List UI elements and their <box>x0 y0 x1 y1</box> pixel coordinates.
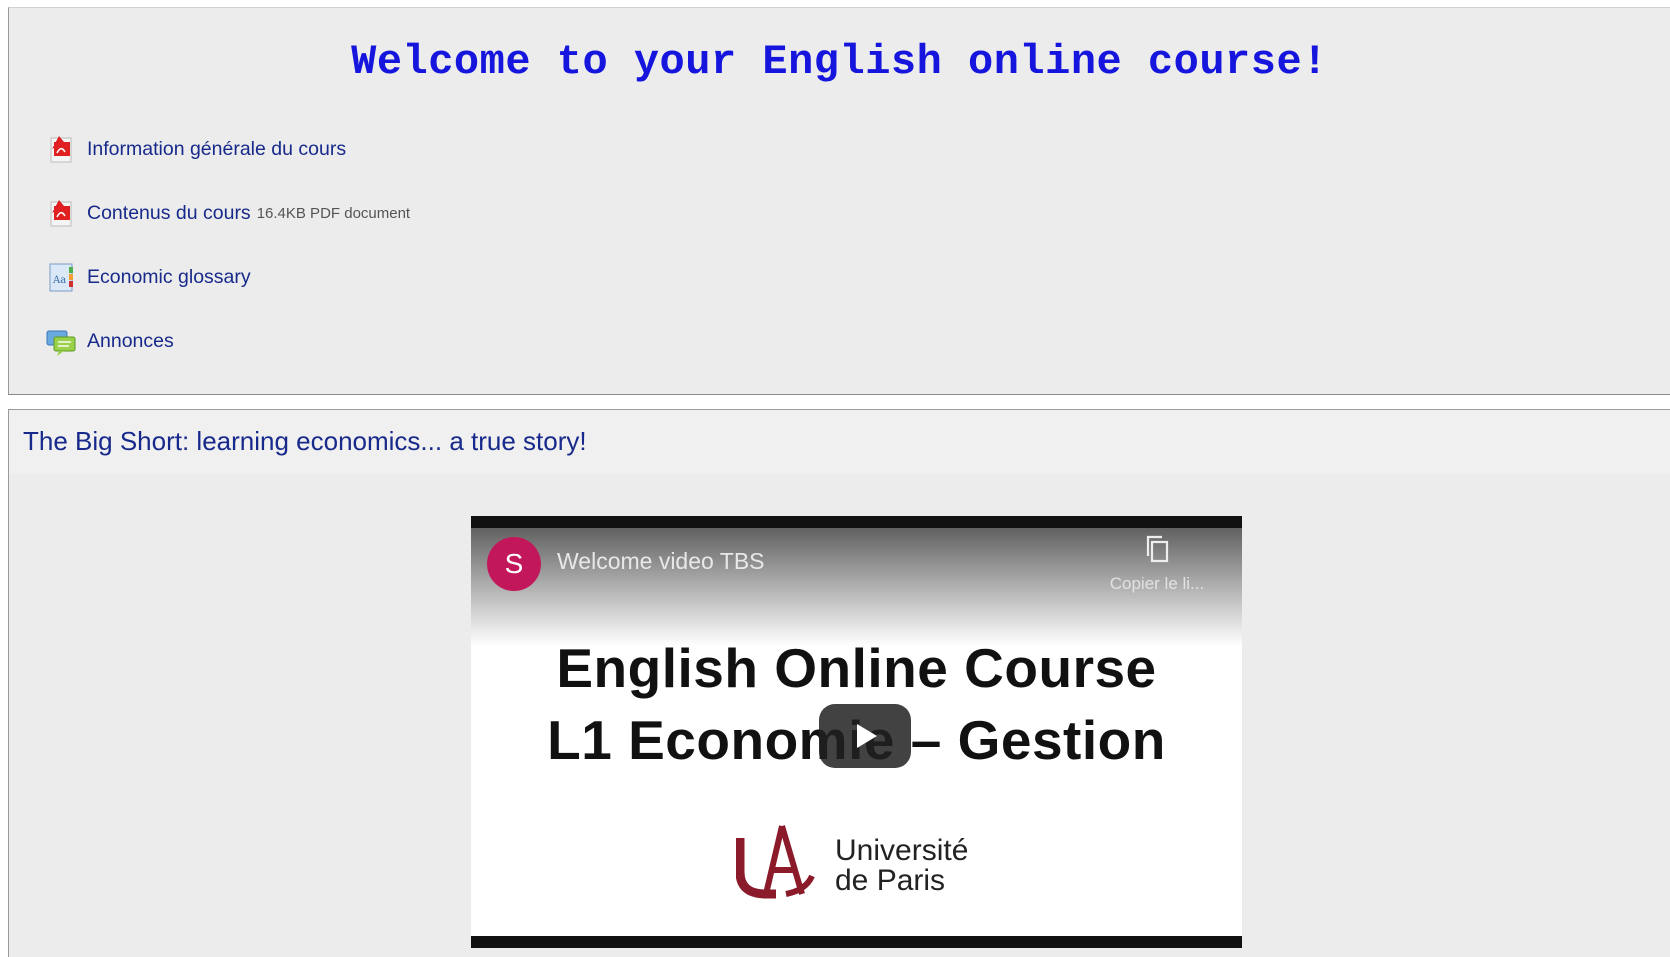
activity-contenus-du-cours[interactable]: Contenus du cours 16.4KB PDF document <box>45 193 410 233</box>
channel-avatar[interactable]: S <box>487 537 541 591</box>
copy-link-button[interactable]: Copier le li... <box>1102 532 1212 594</box>
copy-icon <box>1146 535 1169 563</box>
university-name-line-1: Université <box>835 834 969 867</box>
universite-de-paris-logo <box>736 825 815 899</box>
video-section: The Big Short: learning economics... a t… <box>8 409 1670 957</box>
activity-label: Annonces <box>87 329 174 352</box>
play-icon <box>857 724 877 748</box>
activity-information-generale[interactable]: Information générale du cours <box>45 129 346 169</box>
activity-label: Contenus du cours <box>87 201 251 224</box>
player-bottom-bar <box>471 936 1242 948</box>
activity-economic-glossary[interactable]: Aa Economic glossary <box>45 257 251 297</box>
welcome-heading: Welcome to your English online course! <box>351 38 1328 86</box>
svg-text:Aa: Aa <box>52 275 66 286</box>
activity-annonces[interactable]: Annonces <box>45 321 174 361</box>
copy-link-label: Copier le li... <box>1109 574 1205 593</box>
forum-icon <box>46 330 76 356</box>
glossary-icon: Aa <box>49 263 73 292</box>
course-intro-section: Welcome to your English online course! I… <box>8 7 1670 395</box>
university-name: Université de Paris <box>835 836 968 896</box>
play-button[interactable] <box>819 704 911 768</box>
activity-label: Information générale du cours <box>87 137 347 160</box>
video-title[interactable]: Welcome video TBS <box>557 548 765 575</box>
player-top-bar <box>471 516 1242 528</box>
university-name-line-2: de Paris <box>835 864 946 897</box>
pdf-icon <box>50 136 72 163</box>
pdf-icon <box>50 200 72 227</box>
section-header: The Big Short: learning economics... a t… <box>9 410 1670 474</box>
section-title: The Big Short: learning economics... a t… <box>23 426 587 456</box>
file-size-info: 16.4KB PDF document <box>256 204 411 222</box>
youtube-player[interactable]: English Online Course L1 Economie – Gest… <box>471 516 1242 948</box>
activity-label: Economic glossary <box>87 265 251 288</box>
